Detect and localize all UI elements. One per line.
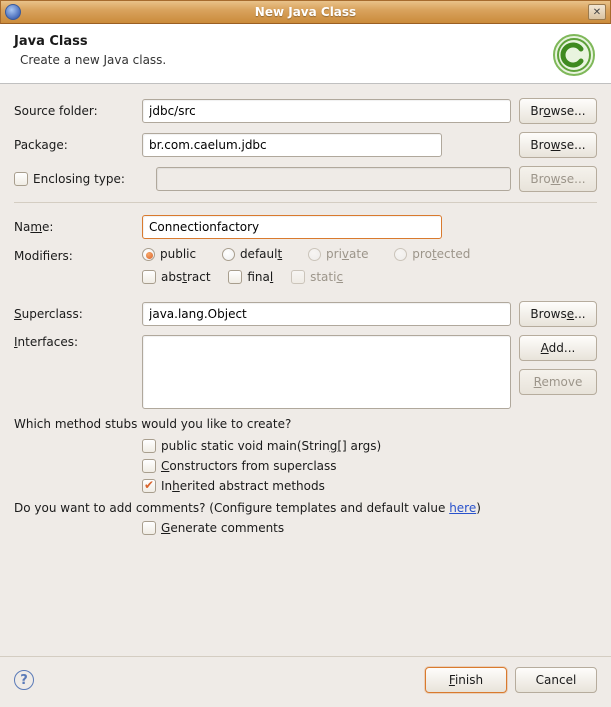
browse-superclass-button[interactable]: Browse... — [519, 301, 597, 327]
source-folder-input[interactable] — [142, 99, 511, 123]
label-source-folder: Source folder: — [14, 104, 142, 118]
stub-main-checkbox[interactable]: public static void main(String[] args) — [142, 439, 583, 453]
app-icon — [5, 4, 21, 20]
modifier-protected-radio: protected — [394, 247, 470, 261]
modifier-abstract-checkbox[interactable]: abstract — [142, 270, 211, 284]
label-name: Name: — [14, 220, 142, 234]
stub-constructors-checkbox[interactable]: Constructors from superclass — [142, 459, 583, 473]
package-input[interactable] — [142, 133, 442, 157]
finish-button[interactable]: Finish — [425, 667, 507, 693]
dialog-footer: ? Finish Cancel — [0, 656, 611, 707]
superclass-input[interactable] — [142, 302, 511, 326]
browse-enclosing-type-button: Browse... — [519, 166, 597, 192]
stub-inherited-checkbox[interactable]: Inherited abstract methods — [142, 479, 583, 493]
configure-templates-link[interactable]: here — [449, 501, 476, 515]
help-icon[interactable]: ? — [14, 670, 34, 690]
enclosing-type-input — [156, 167, 511, 191]
modifier-default-radio[interactable]: default — [222, 247, 282, 261]
label-modifiers: Modifiers: — [14, 247, 142, 293]
close-icon[interactable]: ✕ — [588, 4, 606, 20]
cancel-button[interactable]: Cancel — [515, 667, 597, 693]
browse-source-folder-button[interactable]: Browse... — [519, 98, 597, 124]
label-interfaces: Interfaces: — [14, 335, 142, 349]
add-interface-button[interactable]: Add... — [519, 335, 597, 361]
comments-question: Do you want to add comments? (Configure … — [14, 501, 597, 515]
generate-comments-checkbox[interactable]: Generate comments — [142, 521, 284, 535]
remove-interface-button: Remove — [519, 369, 597, 395]
browse-package-button[interactable]: Browse... — [519, 132, 597, 158]
interfaces-list[interactable] — [142, 335, 511, 409]
banner-heading: Java Class — [14, 34, 166, 49]
modifier-static-checkbox: static — [291, 270, 343, 284]
window-title: New Java Class — [1, 5, 610, 19]
modifier-final-checkbox[interactable]: final — [228, 270, 273, 284]
modifier-public-radio[interactable]: public — [142, 247, 196, 261]
banner-subheading: Create a new Java class. — [20, 53, 166, 67]
label-package: Package: — [14, 138, 142, 152]
name-input[interactable] — [142, 215, 442, 239]
separator — [14, 202, 597, 203]
class-icon — [551, 32, 597, 78]
dialog-form: Source folder: Browse... Package: Browse… — [0, 84, 611, 538]
window-titlebar: New Java Class ✕ — [0, 0, 611, 24]
enclosing-type-checkbox[interactable]: Enclosing type: — [14, 172, 142, 186]
dialog-banner: Java Class Create a new Java class. — [0, 24, 611, 84]
modifier-private-radio: private — [308, 247, 368, 261]
method-stubs-question: Which method stubs would you like to cre… — [14, 417, 597, 431]
label-superclass: Superclass: — [14, 307, 142, 321]
